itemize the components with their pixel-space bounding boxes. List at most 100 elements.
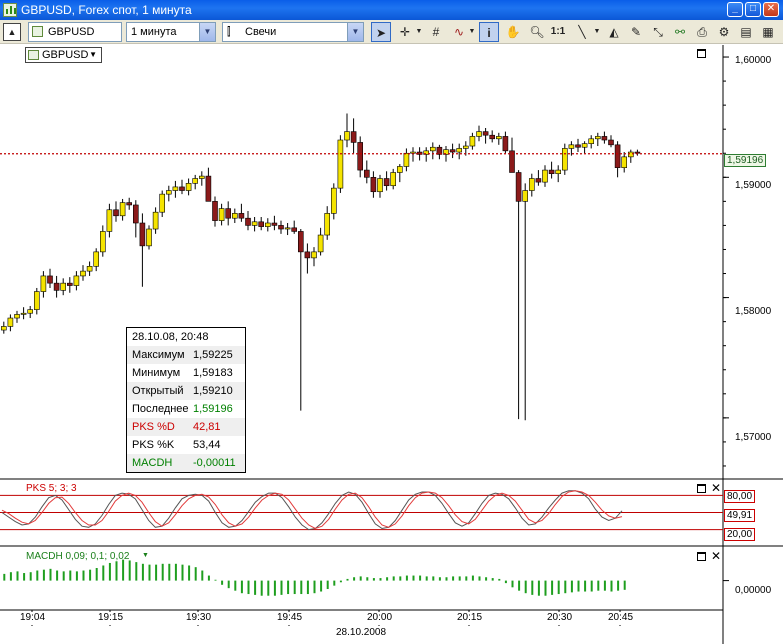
info-label: Максимум — [132, 349, 185, 361]
candle-body — [390, 172, 397, 187]
candle-body — [634, 151, 641, 154]
chevron-down-icon[interactable]: ▼ — [142, 552, 149, 559]
candle-body — [113, 209, 119, 217]
info-row: Открытый 1,59210 — [127, 382, 245, 400]
candle-body — [14, 314, 20, 319]
info-value: 1,59225 — [193, 349, 233, 361]
candle-body — [159, 193, 165, 213]
candle-body — [594, 136, 601, 140]
candle-body — [476, 131, 482, 137]
candle-body — [225, 208, 231, 219]
pks-series-line — [1, 490, 623, 530]
candle-body — [627, 151, 634, 158]
candle-body — [410, 151, 416, 154]
candle-body — [561, 148, 568, 171]
candle-body — [469, 136, 476, 147]
candle-body — [350, 131, 357, 143]
time-tick-label: 20:30 — [545, 612, 575, 625]
info-value: 1,59183 — [193, 367, 233, 379]
candle-body — [179, 186, 185, 191]
candle-body — [363, 169, 370, 178]
price-tick-label: 1,57000 — [733, 432, 774, 445]
candle-body — [489, 134, 496, 140]
candle-body — [383, 178, 390, 187]
candle-body — [0, 326, 7, 331]
info-value: 53,44 — [193, 439, 221, 451]
time-tick-label: 20:00 — [365, 612, 395, 625]
candle-body — [403, 152, 410, 167]
candle-body — [548, 169, 555, 174]
candle-body — [86, 266, 93, 272]
maximize-pane-icon[interactable] — [697, 49, 706, 58]
candle-body — [251, 221, 258, 226]
candle-body — [80, 270, 86, 277]
candle-body — [291, 227, 298, 232]
candle-body — [330, 187, 337, 214]
candle-body — [357, 142, 364, 171]
candle-body — [324, 213, 331, 236]
candle-body — [100, 231, 106, 253]
candle-body — [106, 209, 113, 232]
info-label: Последнее — [132, 403, 189, 415]
candle-body — [238, 213, 245, 219]
candle-body — [311, 251, 317, 259]
data-info-panel: 28.10.08, 20:48 Максимум 1,59225 Минимум… — [126, 327, 246, 473]
candle-body — [166, 190, 172, 195]
pks-level-label: 80,00 — [724, 490, 756, 503]
chart-canvas[interactable] — [0, 0, 783, 644]
time-tick-label: 20:15 — [455, 612, 485, 625]
info-value: -0,00011 — [193, 457, 236, 469]
info-label: PKS %D — [132, 421, 175, 433]
candle-body — [199, 175, 205, 179]
candle-body — [212, 201, 218, 221]
pks-level-label: 20,00 — [724, 528, 756, 541]
maximize-pane-icon[interactable] — [697, 552, 706, 561]
maximize-pane-icon[interactable] — [697, 484, 706, 493]
price-tick-label: 1,58000 — [733, 306, 774, 319]
close-pane-icon[interactable]: ✕ — [711, 550, 721, 562]
candle-body — [146, 228, 152, 247]
current-price-tag: 1,59196 — [724, 154, 767, 167]
candle-body — [278, 225, 284, 230]
candle-body — [185, 183, 192, 191]
price-tick-label: 1,60000 — [733, 55, 774, 68]
time-tick-label: 19:30 — [184, 612, 214, 625]
info-row: Максимум 1,59225 — [127, 346, 245, 364]
candle-body — [515, 172, 522, 202]
instrument-tag-label: GBPUSD — [42, 49, 89, 61]
candle-body — [139, 222, 146, 247]
candle-body — [205, 175, 212, 202]
candle-body — [608, 139, 614, 146]
candle-body — [297, 231, 304, 253]
info-row: PKS %K 53,44 — [127, 436, 245, 454]
candle-body — [126, 202, 132, 206]
candle-body — [192, 178, 198, 184]
candle-body — [258, 221, 265, 227]
candle-body — [40, 275, 47, 292]
price-tick-label: 1,59000 — [733, 180, 774, 193]
candle-body — [568, 144, 575, 149]
candle-body — [232, 213, 238, 219]
instrument-icon — [28, 50, 39, 60]
info-row: Последнее 1,59196 — [127, 400, 245, 418]
candle-body — [7, 317, 14, 327]
candle-body — [396, 166, 403, 173]
candle-body — [60, 282, 67, 291]
candle-body — [575, 144, 581, 148]
candle-body — [93, 251, 99, 267]
time-tick-label: 19:04 — [18, 612, 48, 625]
chevron-down-icon[interactable]: ▼ — [89, 48, 97, 62]
candle-body — [172, 186, 179, 191]
candle-body — [588, 138, 595, 144]
candle-body — [429, 146, 436, 152]
pks-series-line — [1, 490, 623, 531]
candle-body — [535, 178, 542, 183]
instrument-tag[interactable]: GBPUSD ▼ — [25, 47, 102, 63]
info-label: PKS %K — [132, 439, 175, 451]
pks-panel-title: PKS 5; 3; 3 — [26, 483, 77, 494]
info-value: 42,81 — [193, 421, 221, 433]
candle-body — [245, 217, 251, 226]
candle-body — [542, 169, 548, 183]
candle-body — [621, 156, 628, 168]
close-pane-icon[interactable]: ✕ — [711, 482, 721, 494]
